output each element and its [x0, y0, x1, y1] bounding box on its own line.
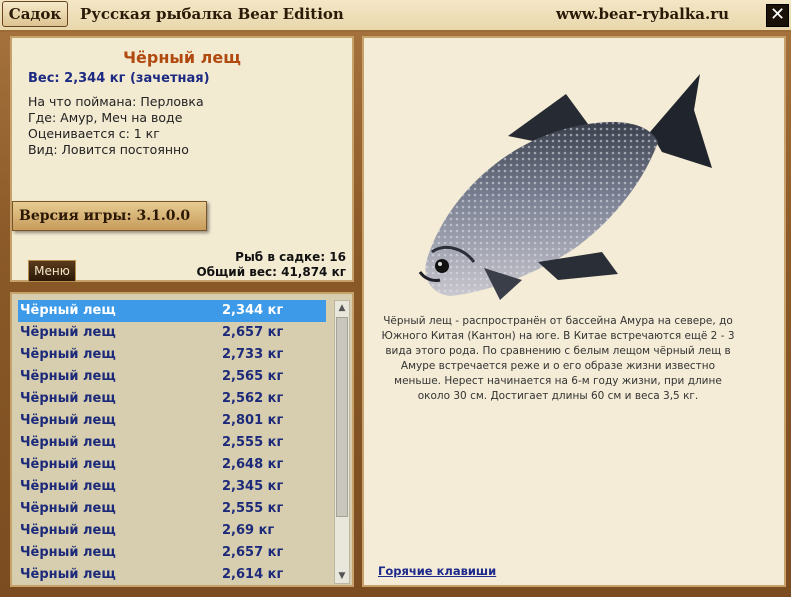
list-item[interactable]: Чёрный лещ 2,562 кг [18, 388, 326, 410]
fish-name-cell: Чёрный лещ [20, 501, 116, 516]
list-item[interactable]: Чёрный лещ 2,801 кг [18, 410, 326, 432]
list-item[interactable]: Чёрный лещ 2,614 кг [18, 564, 326, 585]
fish-weight-cell: 2,344 кг [222, 303, 284, 318]
fish-name-cell: Чёрный лещ [20, 325, 116, 340]
fish-title: Чёрный лещ [123, 48, 241, 67]
fish-name-cell: Чёрный лещ [20, 347, 116, 362]
app-title: Русская рыбалка Bear Edition [80, 5, 344, 23]
version-badge: Версия игры: 3.1.0.0 [12, 201, 207, 231]
scroll-up-icon[interactable]: ▲ [335, 301, 349, 315]
scroll-thumb[interactable] [336, 317, 348, 517]
fish-name-cell: Чёрный лещ [20, 545, 116, 560]
list-scrollbar[interactable]: ▲ ▼ [334, 300, 350, 584]
close-icon[interactable]: ✕ [766, 4, 789, 27]
fish-name-cell: Чёрный лещ [20, 435, 116, 450]
window-frame: Садок Русская рыбалка Bear Edition www.b… [0, 0, 791, 597]
fish-weight-cell: 2,69 кг [222, 523, 275, 538]
fish-weight-cell: 2,565 кг [222, 369, 284, 384]
fish-weight-cell: 2,801 кг [222, 413, 284, 428]
fish-weight-cell: 2,657 кг [222, 325, 284, 340]
list-item[interactable]: Чёрный лещ 2,555 кг [18, 432, 326, 454]
keepnet-tab-button[interactable]: Садок [2, 1, 68, 27]
list-item[interactable]: Чёрный лещ 2,565 кг [18, 366, 326, 388]
fish-weight-cell: 2,562 кг [222, 391, 284, 406]
hotkeys-link[interactable]: Горячие клавиши [378, 564, 496, 578]
fish-name-cell: Чёрный лещ [20, 479, 116, 494]
fish-weight: Вес: 2,344 кг (зачетная) [28, 71, 210, 86]
menu-button[interactable]: Меню [28, 260, 76, 282]
fish-weight-cell: 2,555 кг [222, 435, 284, 450]
list-item[interactable]: Чёрный лещ 2,657 кг [18, 322, 326, 344]
fish-name-cell: Чёрный лещ [20, 567, 116, 582]
list-item[interactable]: Чёрный лещ 2,733 кг [18, 344, 326, 366]
list-item[interactable]: Чёрный лещ 2,555 кг [18, 498, 326, 520]
fish-weight-cell: 2,648 кг [222, 457, 284, 472]
list-item[interactable]: Чёрный лещ 2,648 кг [18, 454, 326, 476]
fish-name-cell: Чёрный лещ [20, 391, 116, 406]
fish-weight-cell: 2,345 кг [222, 479, 284, 494]
rating-info: Оценивается с: 1 кг [28, 126, 160, 141]
catch-list: Чёрный лещ 2,344 кг Чёрный лещ 2,657 кг Чёрн… [10, 292, 354, 587]
fish-weight-cell: 2,733 кг [222, 347, 284, 362]
site-url: www.bear-rybalka.ru [556, 5, 729, 23]
list-item[interactable]: Чёрный лещ 2,344 кг [18, 300, 326, 322]
fish-weight-cell: 2,555 кг [222, 501, 284, 516]
bait-info: На что поймана: Перловка [28, 94, 204, 109]
fish-weight-cell: 2,614 кг [222, 567, 284, 582]
fish-description: Чёрный лещ - распространён от бассейна А… [381, 315, 735, 402]
list-item[interactable]: Чёрный лещ 2,657 кг [18, 542, 326, 564]
fish-weight-cell: 2,657 кг [222, 545, 284, 560]
list-item[interactable]: Чёрный лещ 2,345 кг [18, 476, 326, 498]
fish-image [418, 74, 712, 300]
list-item[interactable]: Чёрный лещ 2,69 кг [18, 520, 326, 542]
fish-name-cell: Чёрный лещ [20, 303, 116, 318]
fish-name-cell: Чёрный лещ [20, 457, 116, 472]
species-info: Вид: Ловится постоянно [28, 142, 189, 157]
fish-name-cell: Чёрный лещ [20, 413, 116, 428]
total-weight: Общий вес: 41,874 кг [196, 265, 346, 279]
title-bar: Садок Русская рыбалка Bear Edition www.b… [0, 0, 791, 32]
location-info: Где: Амур, Меч на воде [28, 110, 183, 125]
fish-name-cell: Чёрный лещ [20, 369, 116, 384]
scroll-down-icon[interactable]: ▼ [335, 569, 349, 583]
fish-count: Рыб в садке: 16 [235, 250, 346, 264]
fish-name-cell: Чёрный лещ [20, 523, 116, 538]
fish-detail-panel: Чёрный лещ - распространён от бассейна А… [362, 36, 786, 587]
fish-info-panel: Чёрный лещ Вес: 2,344 кг (зачетная) На ч… [10, 36, 354, 282]
